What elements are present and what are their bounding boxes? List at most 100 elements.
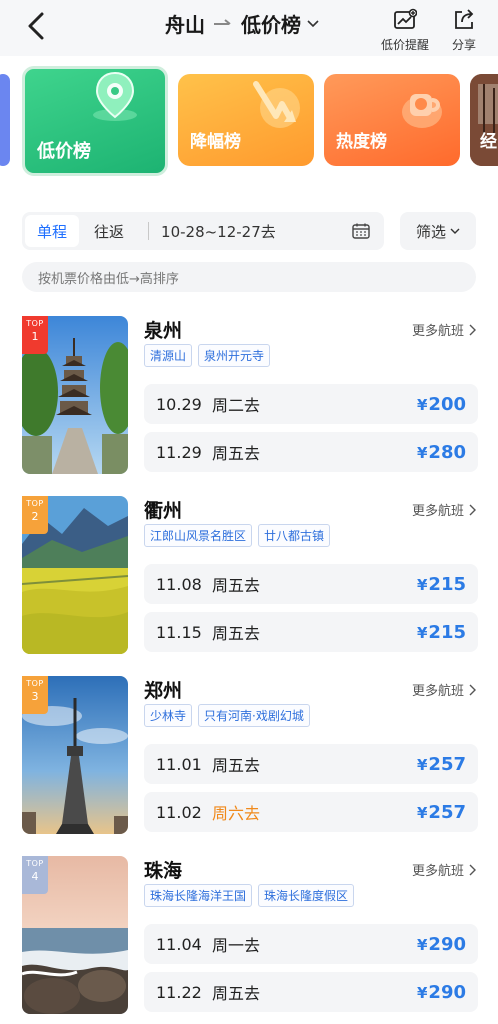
destination-card[interactable]: TOP 4 珠海 更多航班 珠海长隆海洋王国 珠海长隆度假区 11.04 周一去… — [22, 856, 478, 1016]
chevron-right-icon — [469, 324, 476, 335]
fare-row[interactable]: 10.29 周二去 ¥200 — [144, 384, 478, 424]
tab-one-way[interactable]: 单程 — [25, 215, 80, 247]
more-flights-label: 更多航班 — [411, 324, 464, 339]
share-label: 分享 — [451, 38, 476, 52]
ranking-card-classic[interactable]: 经 — [470, 74, 498, 166]
currency-symbol: ¥ — [416, 935, 428, 954]
currency-symbol: ¥ — [416, 983, 428, 1002]
fare-price: ¥290 — [417, 934, 466, 955]
attraction-tags: 少林寺 只有河南·戏剧幻城 — [144, 704, 316, 727]
rank-badge: TOP 1 — [22, 316, 48, 354]
fare-weekday: 周五去 — [212, 444, 261, 463]
rank-badge: TOP 2 — [22, 496, 48, 534]
top-nav-bar: 舟山 低价榜 低价提醒 分享 — [0, 0, 498, 56]
price-value: 215 — [428, 621, 466, 643]
ranking-card-label: 降幅榜 — [190, 132, 241, 152]
back-arrow-icon[interactable] — [22, 10, 52, 42]
more-flights-label: 更多航班 — [411, 504, 464, 519]
fare-price: ¥200 — [417, 394, 466, 415]
price-value: 280 — [428, 441, 466, 463]
fare-row[interactable]: 11.15 周五去 ¥215 — [144, 612, 478, 652]
chevron-right-icon — [469, 504, 476, 515]
ranking-carousel: 低价榜 降幅榜 热度榜 经 — [0, 66, 498, 178]
destination-name: 珠海 — [144, 860, 183, 882]
ranking-card-price-drop[interactable]: 降幅榜 — [178, 74, 314, 166]
attraction-tag[interactable]: 珠海长隆度假区 — [258, 884, 355, 907]
fare-price: ¥215 — [417, 622, 466, 643]
share-icon — [455, 9, 474, 29]
attraction-tags: 珠海长隆海洋王国 珠海长隆度假区 — [144, 884, 360, 907]
attraction-tag[interactable]: 清源山 — [144, 344, 193, 367]
rank-badge-top: TOP — [26, 859, 44, 868]
destination-name: 衢州 — [144, 500, 183, 522]
attraction-tag[interactable]: 廿八都古镇 — [258, 524, 331, 547]
fare-date: 11.15 — [156, 622, 202, 642]
chevron-down-icon — [450, 228, 460, 234]
fare-price: ¥257 — [417, 754, 466, 775]
destination-card[interactable]: TOP 1 泉州 更多航班 清源山 泉州开元寺 10.29 周二去 ¥200 1… — [22, 316, 478, 476]
sort-hint: 按机票价格由低→高排序 — [22, 262, 476, 292]
currency-symbol: ¥ — [416, 395, 428, 414]
attraction-tags: 清源山 泉州开元寺 — [144, 344, 276, 367]
location-pin-icon — [93, 71, 137, 121]
rank-number: 2 — [31, 510, 39, 523]
fare-weekday: 周五去 — [212, 576, 261, 595]
more-flights-link[interactable]: 更多航班 — [412, 860, 476, 879]
fare-row[interactable]: 11.04 周一去 ¥290 — [144, 924, 478, 964]
fare-weekday: 周五去 — [212, 984, 261, 1003]
price-alert-button[interactable]: 低价提醒 — [376, 8, 434, 53]
destination-card[interactable]: TOP 3 郑州 更多航班 少林寺 只有河南·戏剧幻城 11.01 周五去 ¥2… — [22, 676, 478, 836]
fare-row[interactable]: 11.02 周六去 ¥257 — [144, 792, 478, 832]
fare-weekday: 周五去 — [212, 624, 261, 643]
fare-row[interactable]: 11.01 周五去 ¥257 — [144, 744, 478, 784]
filter-button[interactable]: 筛选 — [400, 212, 476, 250]
more-flights-link[interactable]: 更多航班 — [412, 680, 476, 699]
fare-weekday: 周一去 — [212, 936, 261, 955]
ranking-card-label: 热度榜 — [336, 132, 387, 152]
attraction-tag[interactable]: 珠海长隆海洋王国 — [144, 884, 253, 907]
ranking-card-popular[interactable]: 热度榜 — [324, 74, 460, 166]
rank-badge-top: TOP — [26, 679, 44, 688]
currency-symbol: ¥ — [416, 575, 428, 594]
destination-name: 郑州 — [144, 680, 183, 702]
fare-date: 11.04 — [156, 934, 202, 954]
fare-row[interactable]: 11.22 周五去 ¥290 — [144, 972, 478, 1012]
more-flights-link[interactable]: 更多航班 — [412, 500, 476, 519]
rank-number: 3 — [31, 690, 39, 703]
fare-date: 11.29 — [156, 442, 202, 462]
rank-badge: TOP 3 — [22, 676, 48, 714]
fare-weekday: 周五去 — [212, 756, 261, 775]
page-title[interactable]: 舟山 低价榜 — [165, 6, 319, 40]
more-flights-link[interactable]: 更多航班 — [412, 320, 476, 339]
route-arrow-icon — [214, 19, 231, 25]
rank-badge-top: TOP — [26, 319, 44, 328]
more-flights-label: 更多航班 — [411, 864, 464, 879]
share-button[interactable]: 分享 — [446, 8, 482, 53]
ranking-card-prev[interactable] — [0, 74, 10, 166]
hot-cup-icon — [402, 94, 442, 128]
attraction-tag[interactable]: 少林寺 — [144, 704, 193, 727]
fare-date: 11.02 — [156, 802, 202, 822]
attraction-tag[interactable]: 只有河南·戏剧幻城 — [198, 704, 310, 727]
origin-city: 舟山 — [165, 12, 205, 37]
divider — [148, 222, 150, 240]
fare-date: 11.22 — [156, 982, 202, 1002]
trip-type-date-bar: 单程 往返 10-28~12-27去 — [22, 212, 384, 250]
fare-row[interactable]: 11.29 周五去 ¥280 — [144, 432, 478, 472]
attraction-tag[interactable]: 江郎山风景名胜区 — [144, 524, 253, 547]
attraction-tags: 江郎山风景名胜区 廿八都古镇 — [144, 524, 336, 547]
attraction-tag[interactable]: 泉州开元寺 — [198, 344, 271, 367]
currency-symbol: ¥ — [416, 755, 428, 774]
destination-card[interactable]: TOP 2 衢州 更多航班 江郎山风景名胜区 廿八都古镇 11.08 周五去 ¥… — [22, 496, 478, 656]
fare-weekday: 周六去 — [212, 804, 261, 823]
fare-price: ¥215 — [417, 574, 466, 595]
fare-row[interactable]: 11.08 周五去 ¥215 — [144, 564, 478, 604]
currency-symbol: ¥ — [416, 443, 428, 462]
date-range[interactable]: 10-28~12-27去 — [161, 221, 276, 242]
calendar-icon[interactable] — [352, 223, 370, 239]
price-alert-icon — [394, 8, 417, 29]
ranking-card-low-price[interactable]: 低价榜 — [22, 66, 168, 176]
fare-price: ¥257 — [417, 802, 466, 823]
tab-round-trip[interactable]: 往返 — [82, 215, 136, 247]
fare-date: 11.08 — [156, 574, 202, 594]
